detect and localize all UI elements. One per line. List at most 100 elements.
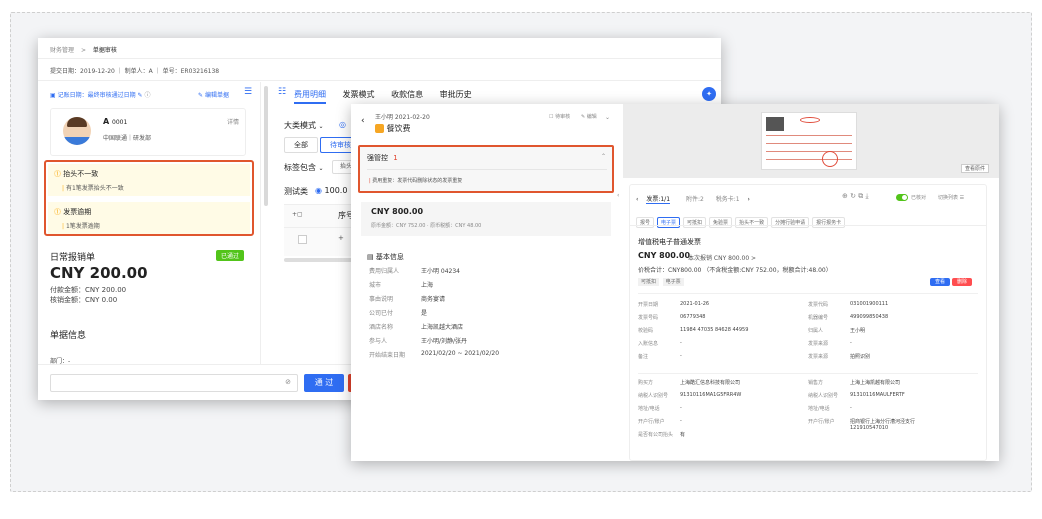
eye-icon[interactable]: ◎ bbox=[339, 120, 346, 129]
collapse-panel-icon[interactable]: ☰ bbox=[244, 87, 252, 97]
user-detail-link[interactable]: 详情 bbox=[227, 117, 239, 126]
copy-icon[interactable]: ⧉ bbox=[858, 192, 863, 200]
zoom-icon[interactable]: ⊕ bbox=[842, 192, 848, 200]
field-label: 发票来源 bbox=[808, 341, 829, 347]
basic-info-value: 王小明 04234 bbox=[421, 268, 460, 275]
basic-info-key: 酒店名称 bbox=[369, 324, 394, 331]
invoice-tag[interactable]: 免验票 bbox=[709, 217, 733, 228]
field-label: 地址/电话 bbox=[808, 406, 830, 412]
h-scrollbar[interactable] bbox=[284, 258, 360, 262]
basic-info-value: 王小明/刘静/张丹 bbox=[421, 338, 468, 345]
invoice-amount: CNY 800.00 bbox=[638, 251, 691, 260]
alert-header-overdue[interactable]: ⓵ 发票逾期 | 1笔发票逾期 bbox=[48, 202, 250, 234]
collapse-left-icon[interactable]: ‹ bbox=[617, 192, 619, 199]
tab-payment-info[interactable]: 收款信息 bbox=[391, 90, 423, 99]
strong-control-box[interactable]: 强管控 1 ⌃ | 费用重复：发票代码删除状态的发票重复 bbox=[358, 145, 614, 193]
back-chevron-icon[interactable]: ‹ bbox=[361, 116, 365, 126]
scrollbar[interactable] bbox=[264, 86, 268, 206]
filter-all[interactable]: 全部 bbox=[284, 137, 318, 153]
prev-chevron-icon[interactable]: ‹ bbox=[636, 196, 638, 203]
tag-contains-filter[interactable]: 标签包含 ⌄ bbox=[284, 162, 324, 173]
basic-info-key: 公司已付 bbox=[369, 310, 394, 317]
next-chevron-icon[interactable]: › bbox=[747, 196, 749, 203]
field-value: 499099850438 bbox=[850, 314, 889, 320]
reimburse-note[interactable]: 本次报销 CNY 800.00 > bbox=[688, 253, 756, 262]
invoice-tag[interactable]: 可抵扣 bbox=[683, 217, 707, 228]
field-value: - bbox=[850, 340, 852, 346]
chevron-down-icon[interactable]: ⌄ bbox=[605, 114, 610, 121]
expand-all-icon[interactable]: +▢ bbox=[292, 211, 303, 218]
expense-detail-window: ‹ 王小明 2021-02-20 餐饮费 ☐ 待审核 ✎ 编辑 ⌄ 强管控 1 … bbox=[351, 104, 999, 461]
field-value: - bbox=[680, 418, 682, 424]
report-amount: CNY 200.00 bbox=[50, 264, 148, 282]
test-radio[interactable]: ◉ 100.0 bbox=[315, 186, 347, 195]
assistant-icon[interactable]: ✦ bbox=[702, 87, 716, 101]
attachment-icon[interactable]: ⊘ bbox=[285, 378, 291, 386]
basic-info-key: 城市 bbox=[369, 282, 382, 289]
view-original-button[interactable]: 查看原件 bbox=[961, 164, 990, 173]
written-off-amount: 核销金额：CNY 0.00 bbox=[50, 296, 118, 304]
view-invoice-button[interactable]: 查看 bbox=[930, 278, 950, 286]
invoice-tag[interactable]: 电子票 bbox=[657, 217, 681, 228]
field-value: 上海酷汇信息科技有限公司 bbox=[680, 380, 741, 386]
comment-input[interactable]: ⊘ bbox=[50, 374, 298, 392]
field-label: 纳税人识别号 bbox=[638, 393, 669, 399]
divider bbox=[38, 80, 721, 81]
rotate-icon[interactable]: ↻ bbox=[850, 192, 856, 200]
edit-document-link[interactable]: ✎ 编辑单据 bbox=[198, 90, 229, 99]
field-value: - bbox=[680, 353, 682, 359]
divider bbox=[260, 82, 261, 364]
field-label: 开户行/账户 bbox=[808, 419, 835, 425]
alert-header-mismatch[interactable]: ⓵ 抬头不一致 | 有1笔发票抬头不一致 bbox=[48, 164, 250, 196]
field-label: 地址/电话 bbox=[638, 406, 660, 412]
pending-checkbox[interactable]: ☐ 待审核 bbox=[549, 113, 570, 120]
field-value: 有 bbox=[680, 432, 686, 438]
ocr-label: 已核对 bbox=[911, 195, 927, 201]
invoice-thumbnail[interactable] bbox=[761, 112, 857, 170]
paid-amount: 付款金额：CNY 200.00 bbox=[50, 286, 127, 294]
breadcrumb-root[interactable]: 财务管理 bbox=[50, 47, 74, 54]
document-meta: 提交日期：2019-12-20 ｜ 制单人：A ｜ 单号：ER03216138 bbox=[50, 68, 220, 75]
field-label: 是否有公司抬头 bbox=[638, 432, 674, 438]
field-label: 入账信息 bbox=[638, 341, 659, 347]
invoice-nav: ‹ 发票:1/1 附件:2 税务卡:1 › bbox=[636, 196, 750, 204]
tab-approval-history[interactable]: 审批历史 bbox=[440, 90, 472, 99]
avatar bbox=[63, 117, 91, 145]
invoice-tag[interactable]: 报号 bbox=[636, 217, 655, 228]
chevron-down-icon: ⌄ bbox=[318, 123, 324, 130]
user-card: A 0001 中国联通｜研发部 详情 bbox=[50, 108, 246, 156]
invoice-preview-area: 查看原件 bbox=[623, 104, 999, 178]
field-label: 机器编号 bbox=[808, 315, 829, 321]
basic-info-key: 事由说明 bbox=[369, 296, 394, 303]
document-icon: ▤ bbox=[367, 253, 374, 261]
status-badge: 已通过 bbox=[216, 250, 245, 261]
field-value: 王小明 bbox=[850, 328, 866, 334]
field-label: 备注 bbox=[638, 354, 649, 360]
tab-bar: 费用明细 发票模式 收款信息 审批历史 bbox=[294, 89, 472, 104]
field-value: 91310116MAULFERTF bbox=[850, 392, 905, 398]
invoice-tag[interactable]: 抬头不一致 bbox=[735, 217, 769, 228]
switch-list-mode[interactable]: 切换列表 ☰ bbox=[938, 194, 964, 201]
row-expand-icon[interactable]: + bbox=[338, 234, 344, 242]
basic-info-key: 开始结束日期 bbox=[369, 352, 406, 359]
tab-invoice-mode[interactable]: 发票模式 bbox=[343, 90, 375, 99]
edit-link[interactable]: ✎ 编辑 bbox=[581, 113, 597, 120]
invoice-tag[interactable]: 分摊行验申请 bbox=[771, 217, 810, 228]
field-value: 06779348 bbox=[680, 314, 706, 320]
row-checkbox[interactable] bbox=[298, 235, 307, 244]
user-name: A 0001 bbox=[103, 117, 128, 126]
record-date[interactable]: ▣ 记账日期：最终审核通过日期 ✎ ⓘ bbox=[50, 90, 151, 99]
mode-select[interactable]: 大类模式 ⌄ bbox=[284, 120, 324, 131]
breadcrumb-current: 单据审核 bbox=[92, 47, 117, 54]
list-icon[interactable]: ☷ bbox=[278, 87, 286, 97]
invoice-tag[interactable]: 报行报务卡 bbox=[812, 217, 846, 228]
field-value: - bbox=[680, 405, 682, 411]
delete-invoice-button[interactable]: 删除 bbox=[952, 278, 972, 286]
tab-expense-detail[interactable]: 费用明细 bbox=[294, 90, 326, 104]
download-icon[interactable]: ⤓ bbox=[865, 192, 868, 200]
field-value: 11984 47035 84628 44959 bbox=[680, 327, 749, 333]
ocr-toggle[interactable] bbox=[896, 194, 908, 201]
approve-button[interactable]: 通 过 bbox=[304, 374, 344, 392]
field-label: 销售方 bbox=[808, 380, 824, 386]
basic-info-value: 是 bbox=[421, 310, 428, 317]
